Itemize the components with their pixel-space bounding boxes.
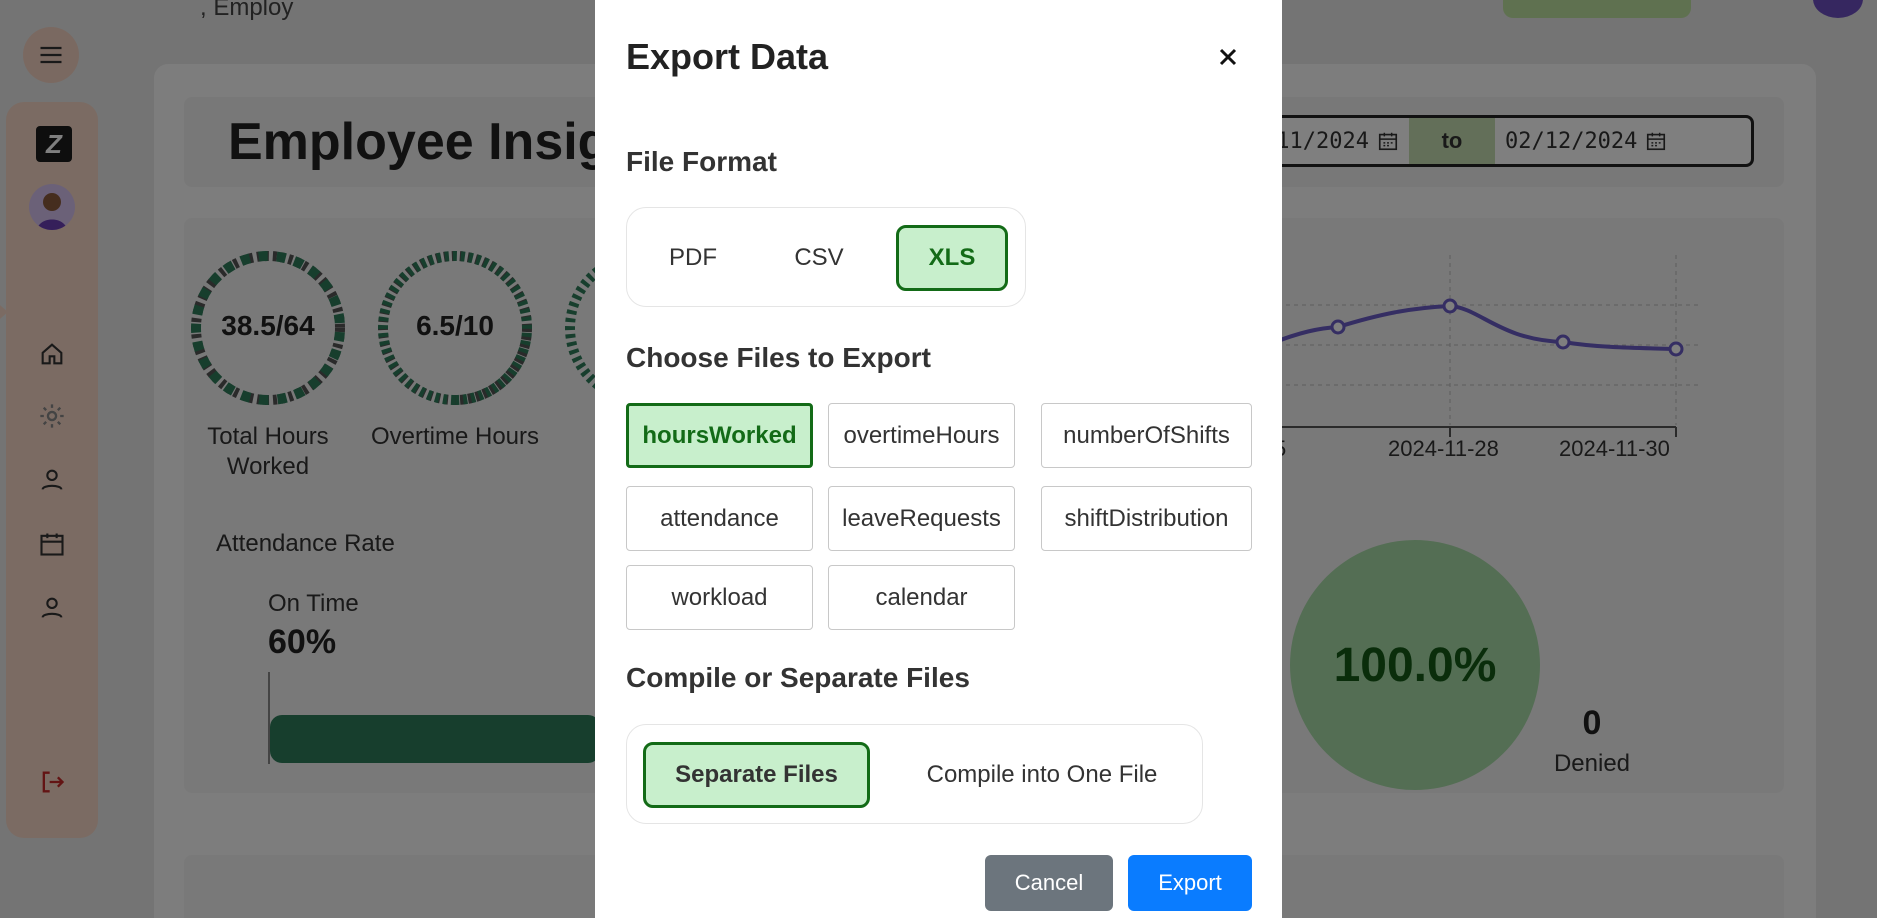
export-button[interactable]: Export xyxy=(1128,855,1252,911)
file-option-numberofshifts[interactable]: numberOfShifts xyxy=(1041,403,1252,468)
compile-one-file-option[interactable]: Compile into One File xyxy=(897,742,1187,808)
file-format-group: PDF CSV XLS xyxy=(626,207,1026,307)
file-option-leaverequests[interactable]: leaveRequests xyxy=(828,486,1015,551)
export-modal: Export Data File Format PDF CSV XLS Choo… xyxy=(595,0,1282,918)
separate-files-option[interactable]: Separate Files xyxy=(643,742,870,808)
close-icon xyxy=(1219,48,1237,66)
file-option-attendance[interactable]: attendance xyxy=(626,486,813,551)
cancel-button[interactable]: Cancel xyxy=(985,855,1113,911)
format-option-csv[interactable]: CSV xyxy=(763,225,875,291)
close-button[interactable] xyxy=(1213,42,1243,72)
file-option-overtimehours[interactable]: overtimeHours xyxy=(828,403,1015,468)
compile-title: Compile or Separate Files xyxy=(626,662,970,693)
choose-files-title: Choose Files to Export xyxy=(626,342,931,373)
format-option-pdf[interactable]: PDF xyxy=(637,225,749,291)
modal-title: Export Data xyxy=(626,36,829,77)
file-option-workload[interactable]: workload xyxy=(626,565,813,630)
format-option-xls[interactable]: XLS xyxy=(896,225,1008,291)
file-format-title: File Format xyxy=(626,146,777,177)
file-option-shiftdistribution[interactable]: shiftDistribution xyxy=(1041,486,1252,551)
compile-group: Separate Files Compile into One File xyxy=(626,724,1203,824)
file-option-hoursworked[interactable]: hoursWorked xyxy=(626,403,813,468)
file-option-calendar[interactable]: calendar xyxy=(828,565,1015,630)
